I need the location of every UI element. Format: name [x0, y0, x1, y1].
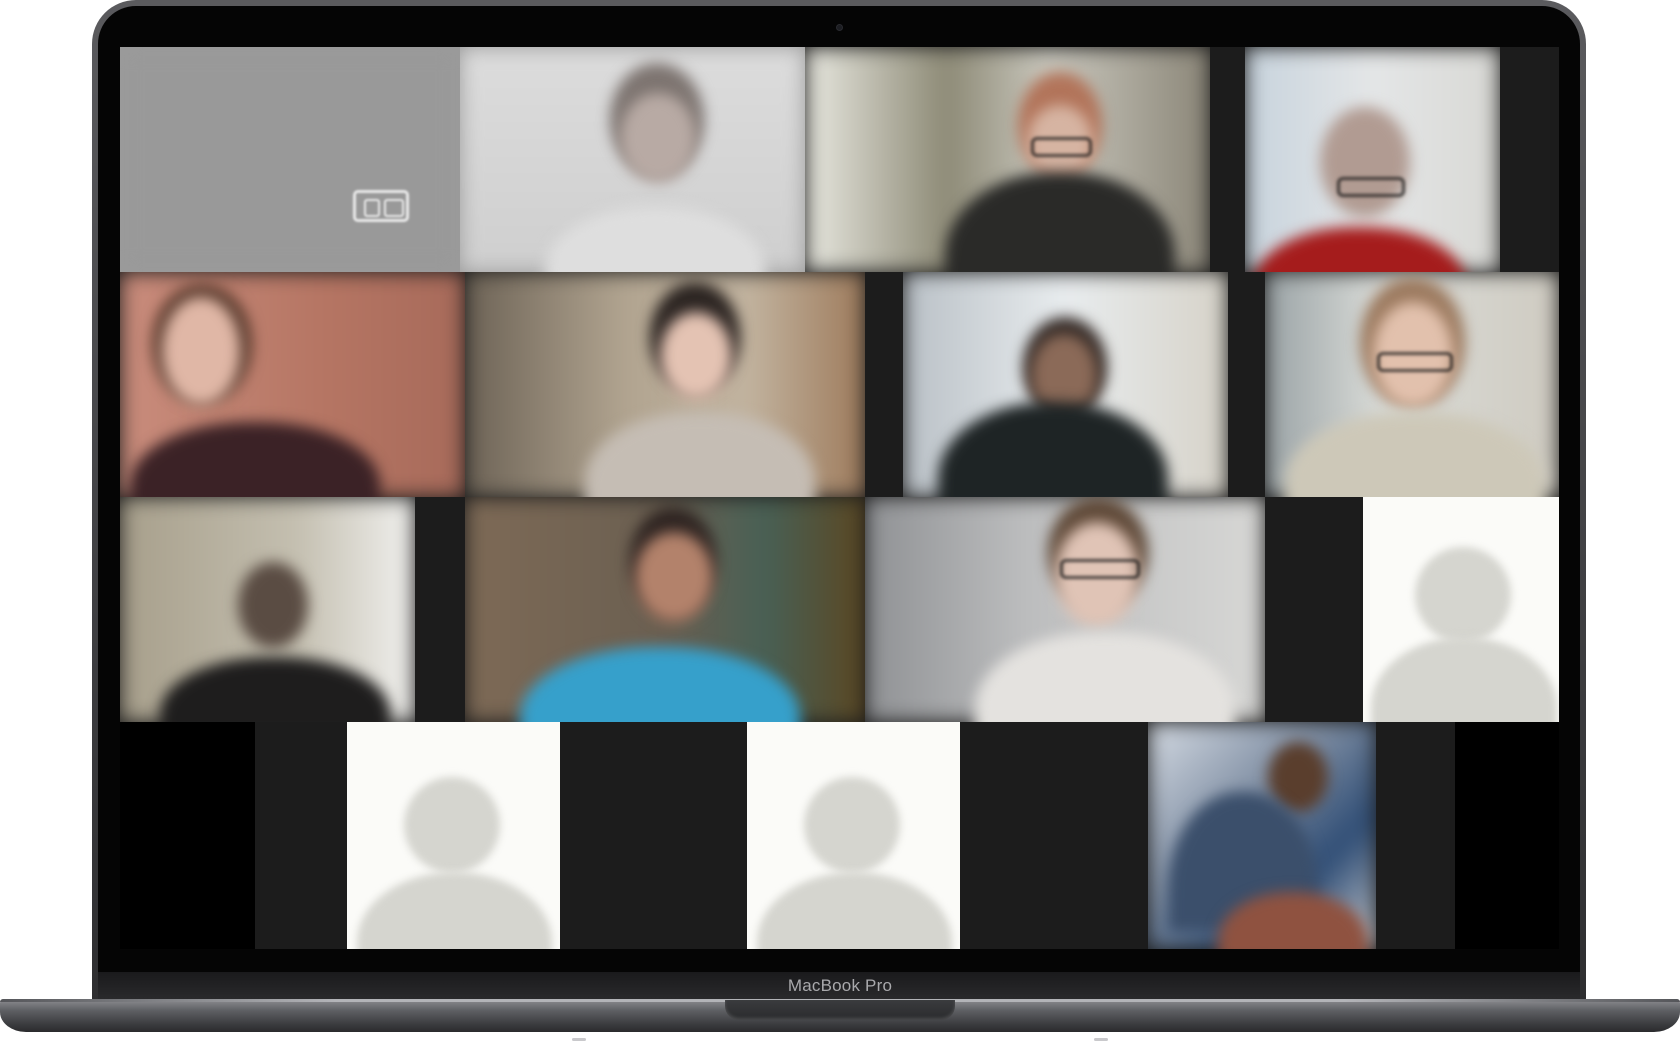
laptop-foot	[572, 1038, 586, 1041]
camera-off-icon	[353, 190, 409, 222]
participant-tile[interactable]	[465, 272, 865, 497]
participant-tile[interactable]	[255, 722, 655, 949]
user-silhouette-icon	[804, 777, 900, 873]
participant-tile[interactable]	[120, 47, 805, 272]
participant-tile[interactable]	[655, 722, 1055, 949]
participant-tile[interactable]	[1265, 272, 1559, 497]
participant-tile[interactable]	[120, 497, 465, 722]
user-silhouette-icon	[1415, 547, 1511, 643]
participant-tile[interactable]	[1055, 722, 1455, 949]
webcam-icon	[837, 25, 842, 30]
participant-tile[interactable]	[865, 272, 1265, 497]
participant-tile[interactable]	[465, 497, 865, 722]
laptop-foot	[1094, 1038, 1108, 1041]
user-silhouette-icon	[404, 777, 500, 873]
model-label: MacBook Pro	[787, 976, 893, 995]
participant-tile[interactable]	[120, 272, 465, 497]
participant-tile[interactable]	[1265, 497, 1559, 722]
participant-tile[interactable]	[805, 47, 1210, 272]
participant-tile[interactable]	[1210, 47, 1559, 272]
participant-tile[interactable]	[865, 497, 1265, 722]
video-gallery	[120, 47, 1559, 949]
opening-notch	[725, 1000, 955, 1020]
